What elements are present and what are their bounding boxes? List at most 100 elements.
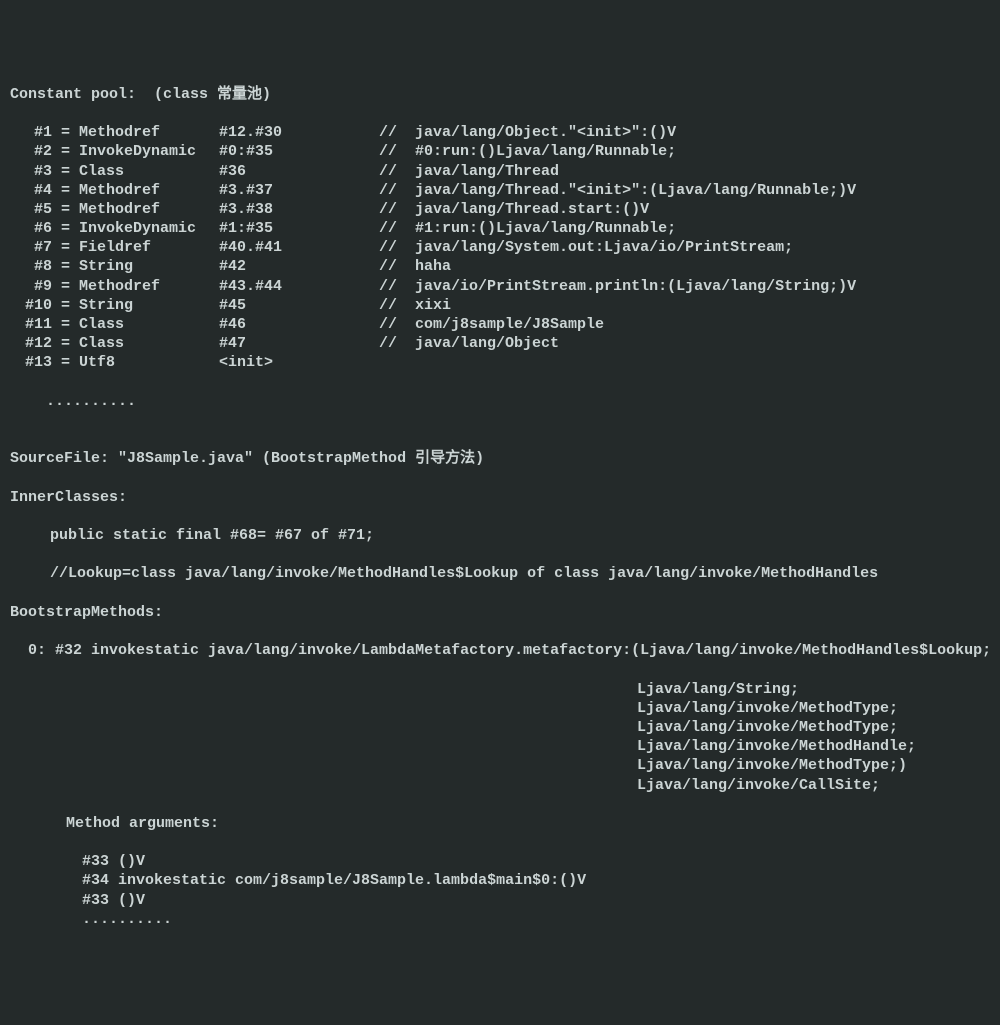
method-arg: #33 ()V xyxy=(10,891,990,910)
pool-eq: = xyxy=(52,123,79,142)
pool-entry: #8 = String#42// haha xyxy=(10,257,990,276)
pool-comment: java/lang/Object xyxy=(415,334,559,353)
bootstrap-param: Ljava/lang/invoke/CallSite; xyxy=(10,776,990,795)
pool-comment-sep: // xyxy=(379,219,415,238)
pool-entry: #3 = Class#36// java/lang/Thread xyxy=(10,162,990,181)
pool-comment: java/lang/System.out:Ljava/io/PrintStrea… xyxy=(415,238,793,257)
pool-comment: haha xyxy=(415,257,451,276)
method-args-label: Method arguments: xyxy=(10,814,990,833)
pool-comment-sep: // xyxy=(379,123,415,142)
pool-type: InvokeDynamic xyxy=(79,219,219,238)
pool-comment-sep: // xyxy=(379,200,415,219)
sourcefile-line: SourceFile: "J8Sample.java" (BootstrapMe… xyxy=(10,449,990,468)
constant-pool-header: Constant pool: (class 常量池) xyxy=(10,85,990,104)
pool-eq: = xyxy=(52,219,79,238)
pool-type: Methodref xyxy=(79,181,219,200)
pool-eq: = xyxy=(52,257,79,276)
pool-eq: = xyxy=(52,142,79,161)
pool-ref: #1:#35 xyxy=(219,219,379,238)
pool-type: String xyxy=(79,257,219,276)
pool-ellipsis: .......... xyxy=(10,392,990,411)
method-arg: #34 invokestatic com/j8sample/J8Sample.l… xyxy=(10,871,990,890)
bootstrap-label: BootstrapMethods: xyxy=(10,603,990,622)
pool-ref: #40.#41 xyxy=(219,238,379,257)
bootstrap-param: Ljava/lang/invoke/MethodHandle; xyxy=(10,737,990,756)
pool-entry: #12 = Class#47// java/lang/Object xyxy=(10,334,990,353)
pool-type: Methodref xyxy=(79,277,219,296)
pool-index: #11 xyxy=(10,315,52,334)
pool-eq: = xyxy=(52,353,79,372)
method-arg: .......... xyxy=(10,910,990,929)
pool-index: #6 xyxy=(10,219,52,238)
pool-comment: xixi xyxy=(415,296,451,315)
pool-type: Fieldref xyxy=(79,238,219,257)
pool-type: Class xyxy=(79,334,219,353)
innerclasses-entry: public static final #68= #67 of #71; xyxy=(10,526,990,545)
pool-type: InvokeDynamic xyxy=(79,142,219,161)
pool-comment: #1:run:()Ljava/lang/Runnable; xyxy=(415,219,676,238)
pool-entry: #10 = String#45// xixi xyxy=(10,296,990,315)
pool-comment-sep: // xyxy=(379,257,415,276)
pool-ref: #36 xyxy=(219,162,379,181)
constant-pool-list: #1 = Methodref#12.#30// java/lang/Object… xyxy=(10,123,990,372)
pool-comment-sep: // xyxy=(379,277,415,296)
pool-ref: #46 xyxy=(219,315,379,334)
pool-index: #3 xyxy=(10,162,52,181)
pool-entry: #7 = Fieldref#40.#41// java/lang/System.… xyxy=(10,238,990,257)
pool-type: Class xyxy=(79,315,219,334)
pool-comment-sep: // xyxy=(379,162,415,181)
pool-ref: #47 xyxy=(219,334,379,353)
pool-eq: = xyxy=(52,334,79,353)
pool-comment: java/io/PrintStream.println:(Ljava/lang/… xyxy=(415,277,856,296)
pool-index: #4 xyxy=(10,181,52,200)
pool-type: Methodref xyxy=(79,200,219,219)
pool-entry: #2 = InvokeDynamic#0:#35// #0:run:()Ljav… xyxy=(10,142,990,161)
pool-ref: #45 xyxy=(219,296,379,315)
pool-index: #8 xyxy=(10,257,52,276)
pool-eq: = xyxy=(52,238,79,257)
pool-ref: #0:#35 xyxy=(219,142,379,161)
pool-ref: #3.#38 xyxy=(219,200,379,219)
pool-comment-sep: // xyxy=(379,315,415,334)
pool-comment-sep: // xyxy=(379,238,415,257)
pool-index: #1 xyxy=(10,123,52,142)
pool-entry: #9 = Methodref#43.#44// java/io/PrintStr… xyxy=(10,277,990,296)
pool-index: #2 xyxy=(10,142,52,161)
pool-comment: java/lang/Thread xyxy=(415,162,559,181)
pool-index: #10 xyxy=(10,296,52,315)
pool-entry: #4 = Methodref#3.#37// java/lang/Thread.… xyxy=(10,181,990,200)
pool-entry: #11 = Class#46// com/j8sample/J8Sample xyxy=(10,315,990,334)
pool-ref: <init> xyxy=(219,353,379,372)
pool-comment: #0:run:()Ljava/lang/Runnable; xyxy=(415,142,676,161)
pool-entry: #13 = Utf8<init> xyxy=(10,353,990,372)
bootstrap-method-0: 0: #32 invokestatic java/lang/invoke/Lam… xyxy=(10,641,990,660)
pool-type: Utf8 xyxy=(79,353,219,372)
pool-comment-sep: // xyxy=(379,142,415,161)
pool-comment-sep: // xyxy=(379,296,415,315)
pool-comment: java/lang/Thread.start:()V xyxy=(415,200,649,219)
pool-index: #12 xyxy=(10,334,52,353)
innerclasses-label: InnerClasses: xyxy=(10,488,990,507)
innerclasses-comment: //Lookup=class java/lang/invoke/MethodHa… xyxy=(10,564,990,583)
bootstrap-params-list: Ljava/lang/String;Ljava/lang/invoke/Meth… xyxy=(10,680,990,795)
pool-index: #9 xyxy=(10,277,52,296)
method-args-list: #33 ()V#34 invokestatic com/j8sample/J8S… xyxy=(10,852,990,929)
bootstrap-param: Ljava/lang/invoke/MethodType;) xyxy=(10,756,990,775)
pool-type: Class xyxy=(79,162,219,181)
pool-index: #13 xyxy=(10,353,52,372)
pool-type: Methodref xyxy=(79,123,219,142)
pool-ref: #43.#44 xyxy=(219,277,379,296)
pool-comment: java/lang/Object."<init>":()V xyxy=(415,123,676,142)
pool-index: #7 xyxy=(10,238,52,257)
pool-eq: = xyxy=(52,277,79,296)
pool-eq: = xyxy=(52,296,79,315)
pool-comment: com/j8sample/J8Sample xyxy=(415,315,604,334)
pool-ref: #12.#30 xyxy=(219,123,379,142)
pool-index: #5 xyxy=(10,200,52,219)
pool-comment: java/lang/Thread."<init>":(Ljava/lang/Ru… xyxy=(415,181,856,200)
bootstrap-param: Ljava/lang/String; xyxy=(10,680,990,699)
bootstrap-param: Ljava/lang/invoke/MethodType; xyxy=(10,699,990,718)
pool-eq: = xyxy=(52,181,79,200)
pool-eq: = xyxy=(52,315,79,334)
pool-eq: = xyxy=(52,200,79,219)
